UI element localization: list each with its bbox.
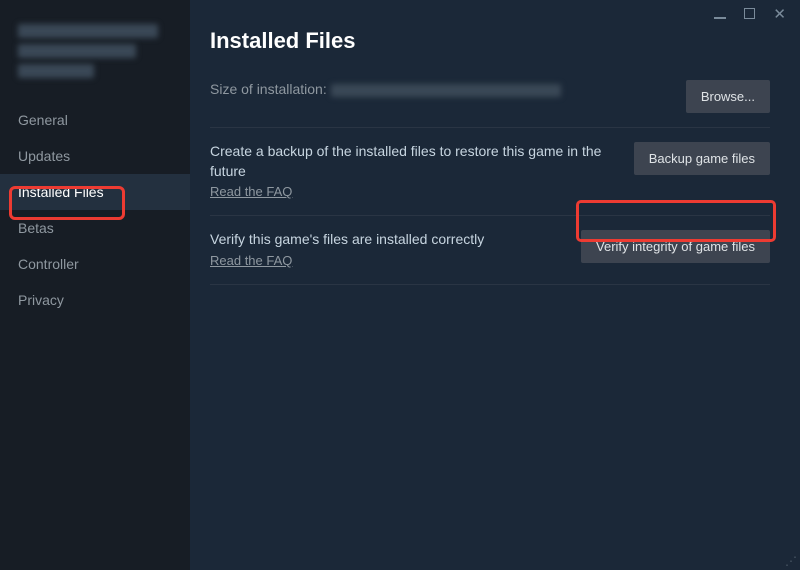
row-install-size: Size of installation: Browse... <box>210 80 770 128</box>
main-content: Installed Files Size of installation: Br… <box>190 0 800 570</box>
window-minimize-button[interactable] <box>714 7 726 22</box>
window-maximize-button[interactable] <box>744 7 755 22</box>
sidebar-item-installed-files[interactable]: Installed Files <box>0 174 190 210</box>
verify-faq-link[interactable]: Read the FAQ <box>210 253 292 268</box>
sidebar-item-updates[interactable]: Updates <box>0 138 190 174</box>
row-backup: Create a backup of the installed files t… <box>210 128 770 216</box>
sidebar-item-privacy[interactable]: Privacy <box>0 282 190 318</box>
sidebar: General Updates Installed Files Betas Co… <box>0 0 190 570</box>
install-size-value-blurred <box>331 84 561 97</box>
resize-grip-icon[interactable]: ⋰ <box>785 555 797 567</box>
verify-description: Verify this game's files are installed c… <box>210 230 561 250</box>
sidebar-item-betas[interactable]: Betas <box>0 210 190 246</box>
sidebar-item-controller[interactable]: Controller <box>0 246 190 282</box>
browse-button[interactable]: Browse... <box>686 80 770 113</box>
window-titlebar: ✕ <box>714 0 800 28</box>
sidebar-nav: General Updates Installed Files Betas Co… <box>0 102 190 318</box>
row-verify: Verify this game's files are installed c… <box>210 216 770 285</box>
backup-faq-link[interactable]: Read the FAQ <box>210 184 292 199</box>
window-close-button[interactable]: ✕ <box>773 7 786 22</box>
backup-description: Create a backup of the installed files t… <box>210 142 614 181</box>
backup-game-files-button[interactable]: Backup game files <box>634 142 770 175</box>
verify-integrity-button[interactable]: Verify integrity of game files <box>581 230 770 263</box>
sidebar-item-general[interactable]: General <box>0 102 190 138</box>
install-size-label: Size of installation: <box>210 81 327 97</box>
game-title <box>0 24 190 102</box>
page-title: Installed Files <box>210 28 770 54</box>
